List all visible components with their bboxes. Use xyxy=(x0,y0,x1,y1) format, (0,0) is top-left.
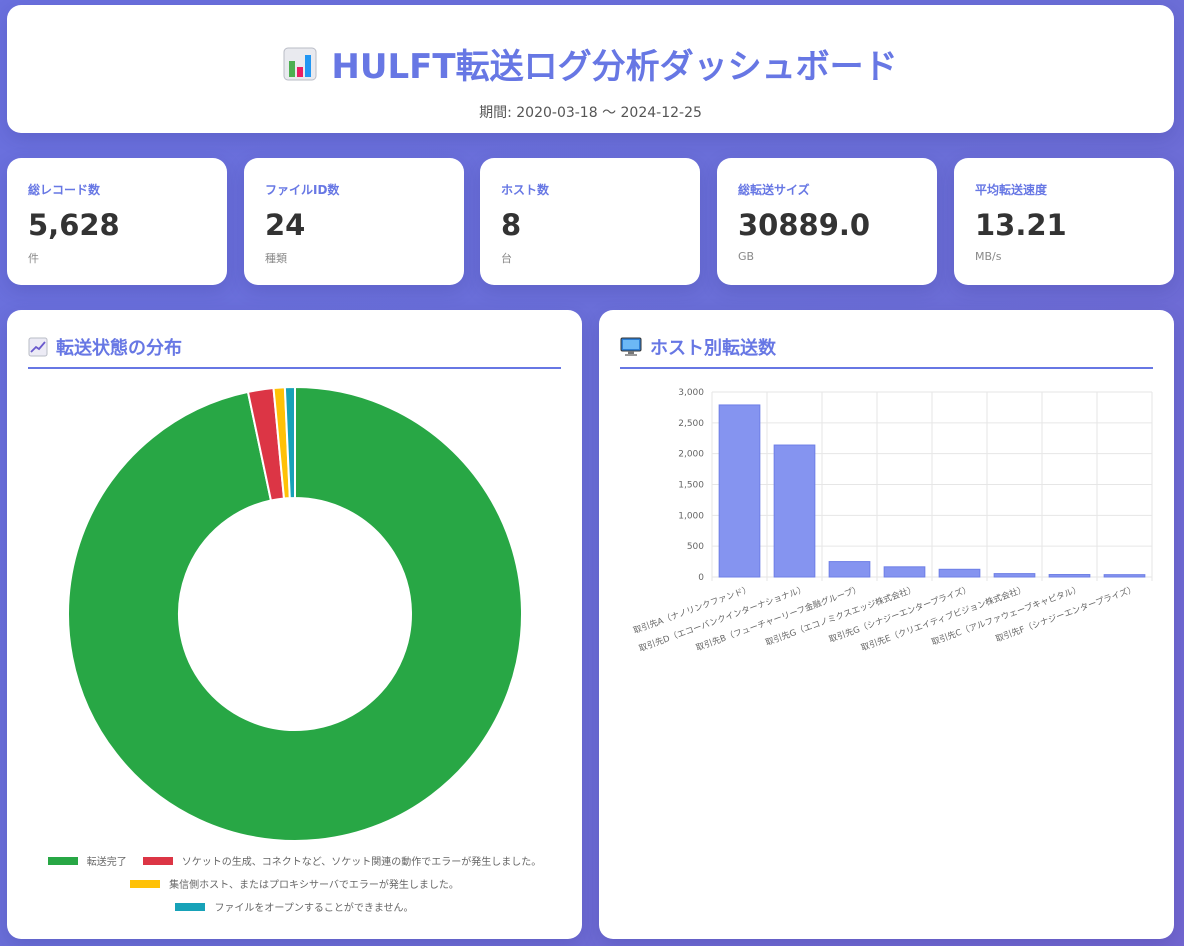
stat-value: 5,628 xyxy=(28,208,120,242)
stat-value: 8 xyxy=(501,208,522,242)
stat-label: ファイルID数 xyxy=(265,183,340,197)
legend-label: 集信側ホスト、またはプロキシサーバでエラーが発生しました。 xyxy=(169,880,459,891)
host-bar-chart: 05001,0001,5002,0002,5003,000取引先A（ナノリンクフ… xyxy=(632,388,1153,654)
bar[interactable] xyxy=(718,404,761,578)
legend-row: 転送完了 ソケットの生成、コネクトなど、ソケット関連の動作でエラーが発生しました… xyxy=(7,853,582,868)
legend-row: 集信側ホスト、またはプロキシサーバでエラーが発生しました。 xyxy=(7,876,582,891)
monitor-icon xyxy=(620,337,642,356)
legend-label: ファイルをオープンすることができません。 xyxy=(214,903,414,914)
legend-swatch xyxy=(47,856,78,865)
trend-chart-icon xyxy=(28,337,48,356)
bar[interactable] xyxy=(938,568,981,578)
panel-title: 転送状態の分布 xyxy=(28,334,561,369)
legend-label: 転送完了 xyxy=(86,857,127,868)
legend-swatch xyxy=(130,879,161,888)
legend-swatch xyxy=(142,856,173,865)
bar[interactable] xyxy=(1103,574,1146,578)
stat-value: 30889.0 xyxy=(738,208,871,242)
bar[interactable] xyxy=(1048,574,1091,578)
stat-card-hosts: ホスト数 8 台 xyxy=(480,158,700,285)
stat-unit: MB/s xyxy=(975,250,1002,263)
y-tick-label: 2,000 xyxy=(678,450,704,460)
legend-swatch xyxy=(175,902,206,911)
period-text: 期間: 2020-03-18 〜 2024-12-25 xyxy=(479,105,702,121)
stat-value: 24 xyxy=(265,208,306,242)
legend-item[interactable]: 転送完了 xyxy=(47,853,127,868)
stat-card-total-size: 総転送サイズ 30889.0 GB xyxy=(717,158,937,285)
page-title: HULFT転送ログ分析ダッシュボード xyxy=(7,39,1174,88)
panel-title-text: 転送状態の分布 xyxy=(56,337,182,359)
stat-unit: 件 xyxy=(28,252,39,265)
bar[interactable] xyxy=(773,444,816,578)
legend-item[interactable]: ソケットの生成、コネクトなど、ソケット関連の動作でエラーが発生しました。 xyxy=(142,853,542,868)
status-donut-chart xyxy=(67,385,523,842)
stat-card-records: 総レコード数 5,628 件 xyxy=(7,158,227,285)
y-tick-label: 500 xyxy=(687,542,704,552)
bar[interactable] xyxy=(828,561,871,578)
y-tick-label: 0 xyxy=(698,573,704,583)
stat-label: 総レコード数 xyxy=(28,183,101,197)
legend-label: ソケットの生成、コネクトなど、ソケット関連の動作でエラーが発生しました。 xyxy=(181,857,542,868)
bar-chart-icon xyxy=(283,47,317,80)
host-transfers-panel: ホスト別転送数 0 500 1,000 1,500 2,000 2,500 3,000 取引先… xyxy=(599,310,1174,939)
stat-card-avg-speed: 平均転送速度 13.21 MB/s xyxy=(954,158,1174,285)
panel-title: ホスト別転送数 xyxy=(620,334,1153,369)
y-tick-label: 2,500 xyxy=(678,419,704,429)
legend-item[interactable]: ファイルをオープンすることができません。 xyxy=(175,899,414,914)
stat-label: ホスト数 xyxy=(501,183,550,197)
panel-title-text: ホスト別転送数 xyxy=(650,337,776,359)
stat-label: 総転送サイズ xyxy=(738,183,810,197)
legend-row: ファイルをオープンすることができません。 xyxy=(7,899,582,914)
stat-label: 平均転送速度 xyxy=(975,183,1048,197)
stat-unit: 台 xyxy=(501,252,512,265)
bar[interactable] xyxy=(993,573,1036,578)
page-title-text: HULFT転送ログ分析ダッシュボード xyxy=(331,47,898,87)
status-distribution-panel: 転送状態の分布 転送完了 ソケットの生成、コネクトなど、ソケット関連の動作でエラ… xyxy=(7,310,582,939)
stat-unit: 種類 xyxy=(265,252,287,265)
stat-unit: GB xyxy=(738,250,755,263)
dashboard-header: HULFT転送ログ分析ダッシュボード 期間: 2020-03-18 〜 2024… xyxy=(7,5,1174,133)
y-tick-label: 3,000 xyxy=(678,388,704,398)
bar[interactable] xyxy=(883,566,926,578)
legend-item[interactable]: 集信側ホスト、またはプロキシサーバでエラーが発生しました。 xyxy=(130,876,459,891)
stat-card-file-ids: ファイルID数 24 種類 xyxy=(244,158,464,285)
y-tick-label: 1,500 xyxy=(678,481,704,491)
stat-value: 13.21 xyxy=(975,208,1067,242)
y-tick-label: 1,000 xyxy=(678,511,704,521)
